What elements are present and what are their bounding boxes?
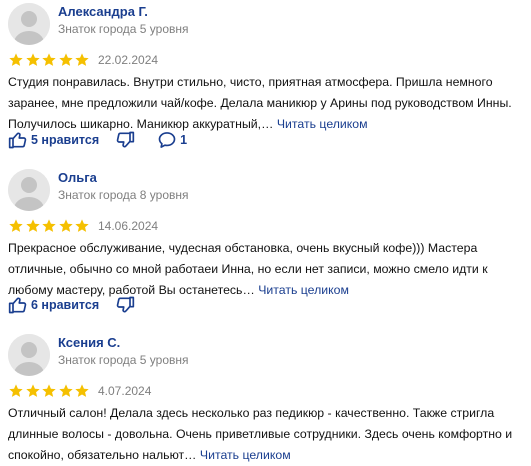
rating-stars (8, 218, 91, 234)
star-icon (75, 219, 89, 232)
like-button[interactable]: 5 нравится (8, 130, 99, 150)
dislike-button[interactable] (115, 130, 135, 150)
comments-button[interactable]: 1 (157, 130, 187, 150)
star-icon (25, 53, 40, 66)
avatar-placeholder-icon (8, 3, 50, 45)
review-date: 14.06.2024 (98, 219, 159, 233)
read-more-link[interactable]: Читать целиком (200, 448, 291, 462)
like-button[interactable]: 6 нравится (8, 295, 99, 315)
rating-stars (8, 52, 91, 68)
star-icon (9, 384, 23, 397)
star-icon (75, 53, 89, 66)
review-text: Прекрасное обслуживание, чудесная обстан… (8, 238, 523, 301)
review-date: 4.07.2024 (98, 384, 152, 398)
author-name[interactable]: Ольга (58, 170, 97, 185)
avatar[interactable] (8, 3, 50, 45)
avatar[interactable] (8, 334, 50, 376)
review-actions: 6 нравится (8, 294, 157, 316)
read-more-link[interactable]: Читать целиком (258, 283, 349, 297)
review-body: Студия понравилась. Внутри стильно, чист… (8, 75, 512, 131)
author-level: Знаток города 8 уровня (58, 188, 189, 202)
comment-icon (158, 132, 176, 148)
like-count: 5 нравится (31, 133, 100, 147)
thumbs-up-icon (8, 297, 27, 314)
star-icon (58, 219, 73, 232)
star-icon (9, 219, 23, 232)
star-icon (75, 384, 89, 397)
star-icon (25, 219, 40, 232)
star-icon (58, 53, 73, 66)
thumbs-down-icon (116, 131, 135, 148)
review-body: Прекрасное обслуживание, чудесная обстан… (8, 241, 488, 297)
author-name[interactable]: Александра Г. (58, 4, 148, 19)
star-icon (42, 53, 56, 66)
author-level: Знаток города 5 уровня (58, 22, 189, 36)
author-level: Знаток города 5 уровня (58, 353, 189, 367)
thumbs-down-icon (116, 296, 135, 313)
avatar-placeholder-icon (8, 334, 50, 376)
star-icon (9, 53, 23, 66)
star-icon (58, 384, 73, 397)
review-text: Отличный салон! Делала здесь несколько р… (8, 403, 523, 466)
dislike-button[interactable] (115, 295, 135, 315)
review-text: Студия понравилась. Внутри стильно, чист… (8, 72, 523, 135)
thumbs-up-icon (8, 132, 27, 149)
review-actions: 5 нравится 1 (8, 129, 203, 151)
review-date: 22.02.2024 (98, 53, 159, 67)
read-more-link[interactable]: Читать целиком (277, 117, 368, 131)
avatar-placeholder-icon (8, 169, 50, 211)
rating-stars (8, 383, 91, 399)
star-icon (42, 219, 56, 232)
author-name[interactable]: Ксения С. (58, 335, 120, 350)
comment-count: 1 (180, 133, 188, 147)
star-icon (42, 384, 56, 397)
star-icon (25, 384, 40, 397)
like-count: 6 нравится (31, 298, 100, 312)
avatar[interactable] (8, 169, 50, 211)
